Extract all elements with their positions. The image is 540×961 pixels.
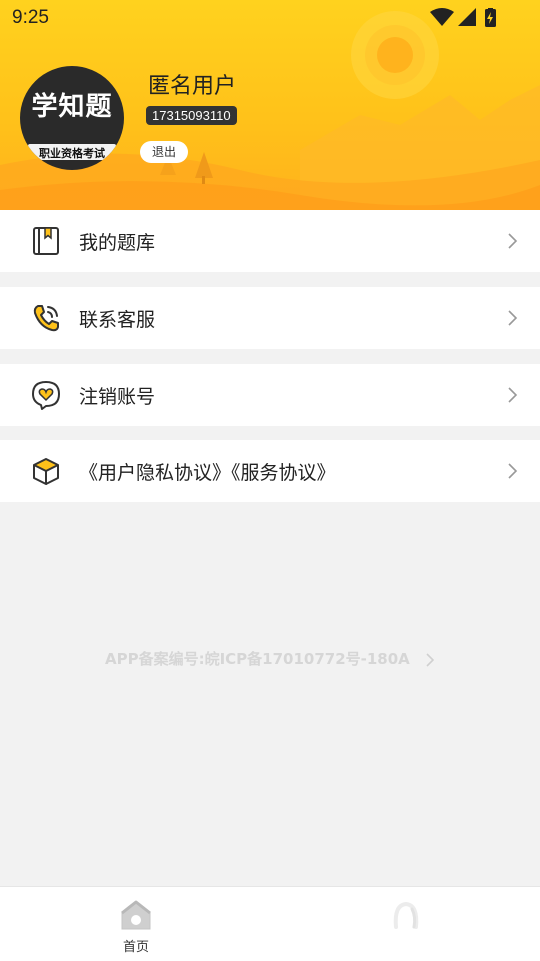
bottom-nav: 首页	[0, 886, 540, 961]
chevron-right-icon	[508, 463, 518, 479]
menu-label-customer-service: 联系客服	[79, 309, 156, 331]
avatar[interactable]: 学知题 职业资格考试	[20, 66, 124, 170]
home-icon	[121, 900, 151, 930]
question-bank-book-icon	[33, 227, 59, 255]
status-time: 9:25	[12, 7, 49, 28]
icp-record-link[interactable]: APP备案编号:皖ICP备17010772号-180A	[0, 648, 540, 669]
box-cube-icon	[33, 458, 59, 485]
avatar-logo-title: 学知题	[31, 92, 113, 122]
status-bar: 9:25	[0, 0, 540, 36]
tab-mine[interactable]	[370, 887, 442, 961]
menu-label-agreements: 《用户隐私协议》《服务协议》	[79, 462, 336, 484]
chevron-right-icon	[508, 233, 518, 249]
phone-badge: 17315093110	[146, 106, 237, 125]
status-icons	[430, 8, 496, 27]
battery-icon	[485, 8, 496, 27]
chevron-right-icon	[426, 652, 435, 667]
menu-item-customer-service[interactable]: 联系客服	[0, 287, 540, 349]
signal-icon	[458, 8, 476, 26]
logout-button[interactable]: 退出	[140, 141, 188, 163]
menu-item-agreements[interactable]: 《用户隐私协议》《服务协议》	[0, 440, 540, 502]
phone-icon	[33, 305, 59, 332]
chevron-right-icon	[508, 387, 518, 403]
menu-label-question-bank: 我的题库	[79, 232, 156, 254]
heart-chat-icon	[32, 381, 60, 410]
menu-item-question-bank[interactable]: 我的题库	[0, 210, 540, 272]
wifi-icon	[430, 8, 454, 26]
icp-record-text: APP备案编号:皖ICP备17010772号-180A	[104, 650, 410, 668]
user-icon	[393, 901, 419, 929]
menu-label-delete-account: 注销账号	[79, 386, 156, 408]
username: 匿名用户	[148, 74, 237, 99]
tab-home[interactable]: 首页	[100, 887, 172, 961]
chevron-right-icon	[508, 310, 518, 326]
tab-home-label: 首页	[122, 940, 149, 955]
menu-item-delete-account[interactable]: 注销账号	[0, 364, 540, 426]
avatar-logo-subtitle: 职业资格考试	[39, 147, 105, 160]
profile-header: 9:25 学知题 职业资格考试 匿名用户 17315093110 退出	[0, 0, 540, 212]
